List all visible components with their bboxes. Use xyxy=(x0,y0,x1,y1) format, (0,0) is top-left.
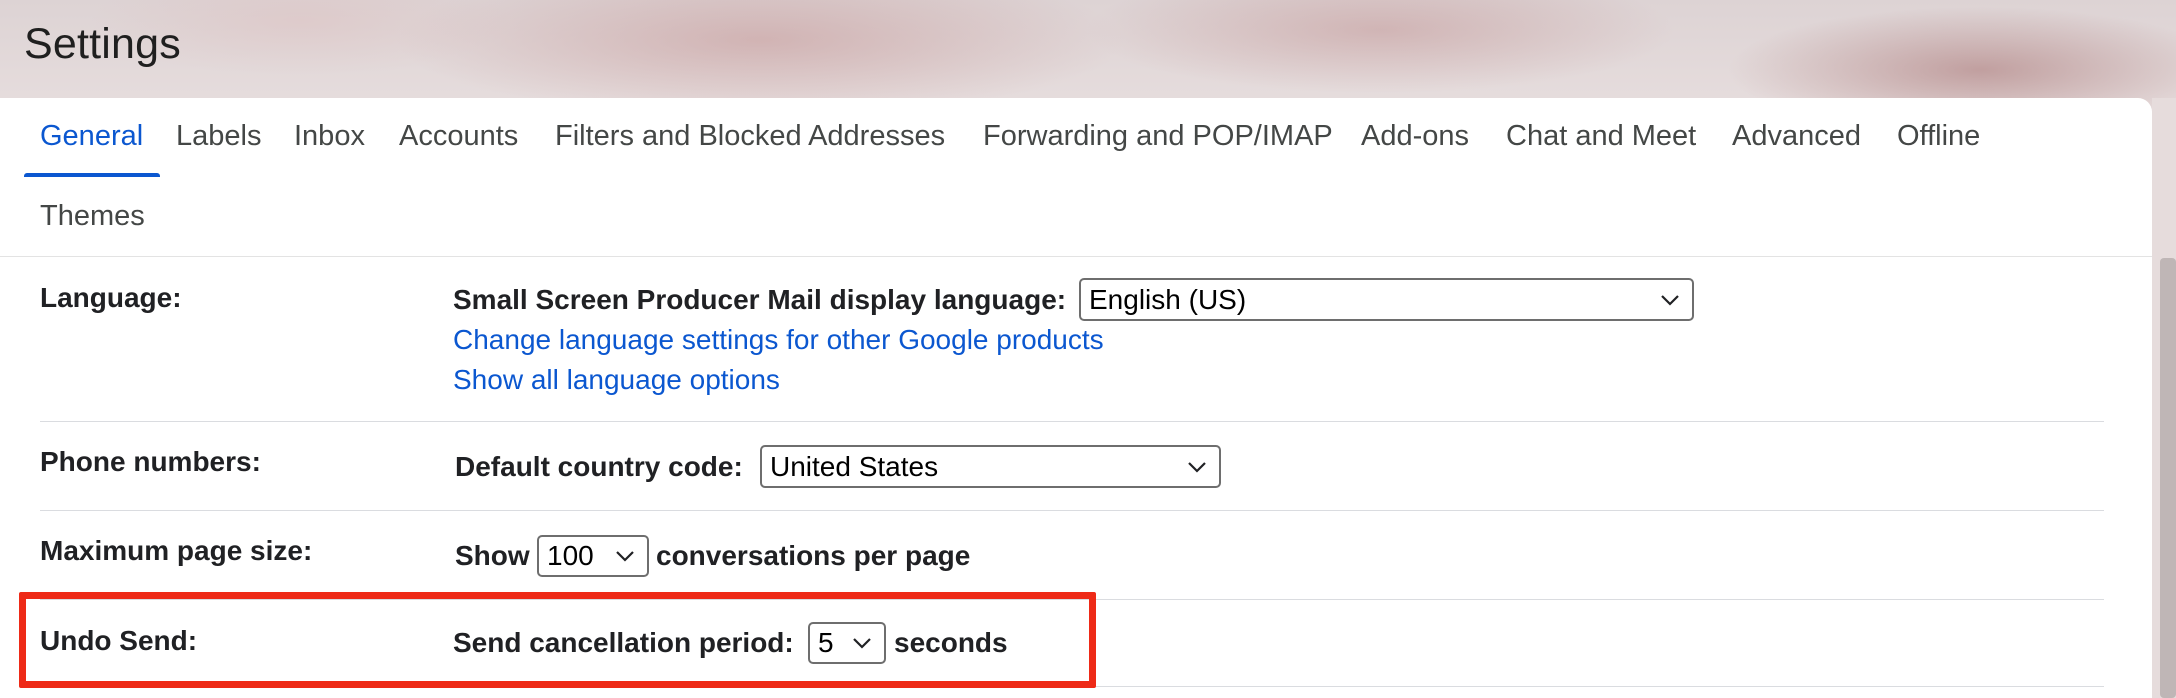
tab-addons[interactable]: Add-ons xyxy=(1361,120,1469,153)
display-language-select[interactable]: English (US) xyxy=(1079,278,1694,321)
tab-forwarding[interactable]: Forwarding and POP/IMAP xyxy=(983,120,1333,153)
page-size-prefix: Show xyxy=(455,540,530,571)
page-title: Settings xyxy=(24,20,181,68)
country-code-value: United States xyxy=(770,450,939,482)
display-language-label: Small Screen Producer Mail display langu… xyxy=(453,284,1067,315)
tabs-divider xyxy=(0,256,2152,257)
tab-general[interactable]: General xyxy=(40,120,143,153)
tab-advanced[interactable]: Advanced xyxy=(1732,120,1861,153)
page-size-suffix: conversations per page xyxy=(656,540,971,571)
chevron-down-icon xyxy=(615,545,637,567)
tab-accounts[interactable]: Accounts xyxy=(399,120,518,153)
undo-send-highlight-box xyxy=(19,592,1096,688)
tab-inbox[interactable]: Inbox xyxy=(294,120,365,153)
chevron-down-icon xyxy=(1660,289,1682,311)
scrollbar-thumb[interactable] xyxy=(2160,258,2176,698)
tab-filters[interactable]: Filters and Blocked Addresses xyxy=(555,120,945,153)
tab-themes[interactable]: Themes xyxy=(40,200,145,233)
country-code-label: Default country code: xyxy=(455,451,743,482)
page-size-label: Maximum page size: xyxy=(40,535,313,566)
chevron-down-icon xyxy=(1187,456,1209,478)
page-size-select[interactable]: 100 xyxy=(537,535,649,577)
page-size-value: 100 xyxy=(547,540,594,571)
change-language-link[interactable]: Change language settings for other Googl… xyxy=(453,324,1104,356)
active-tab-indicator xyxy=(24,173,160,177)
show-all-languages-link[interactable]: Show all language options xyxy=(453,364,780,396)
row-divider xyxy=(40,510,2104,511)
display-language-value: English (US) xyxy=(1089,283,1247,315)
tab-chat-meet[interactable]: Chat and Meet xyxy=(1506,120,1696,153)
tab-offline[interactable]: Offline xyxy=(1897,120,1980,153)
language-label: Language: xyxy=(40,282,182,313)
row-divider xyxy=(40,421,2104,422)
phone-numbers-label: Phone numbers: xyxy=(40,446,261,477)
tab-labels[interactable]: Labels xyxy=(176,120,261,153)
country-code-select[interactable]: United States xyxy=(760,445,1221,488)
